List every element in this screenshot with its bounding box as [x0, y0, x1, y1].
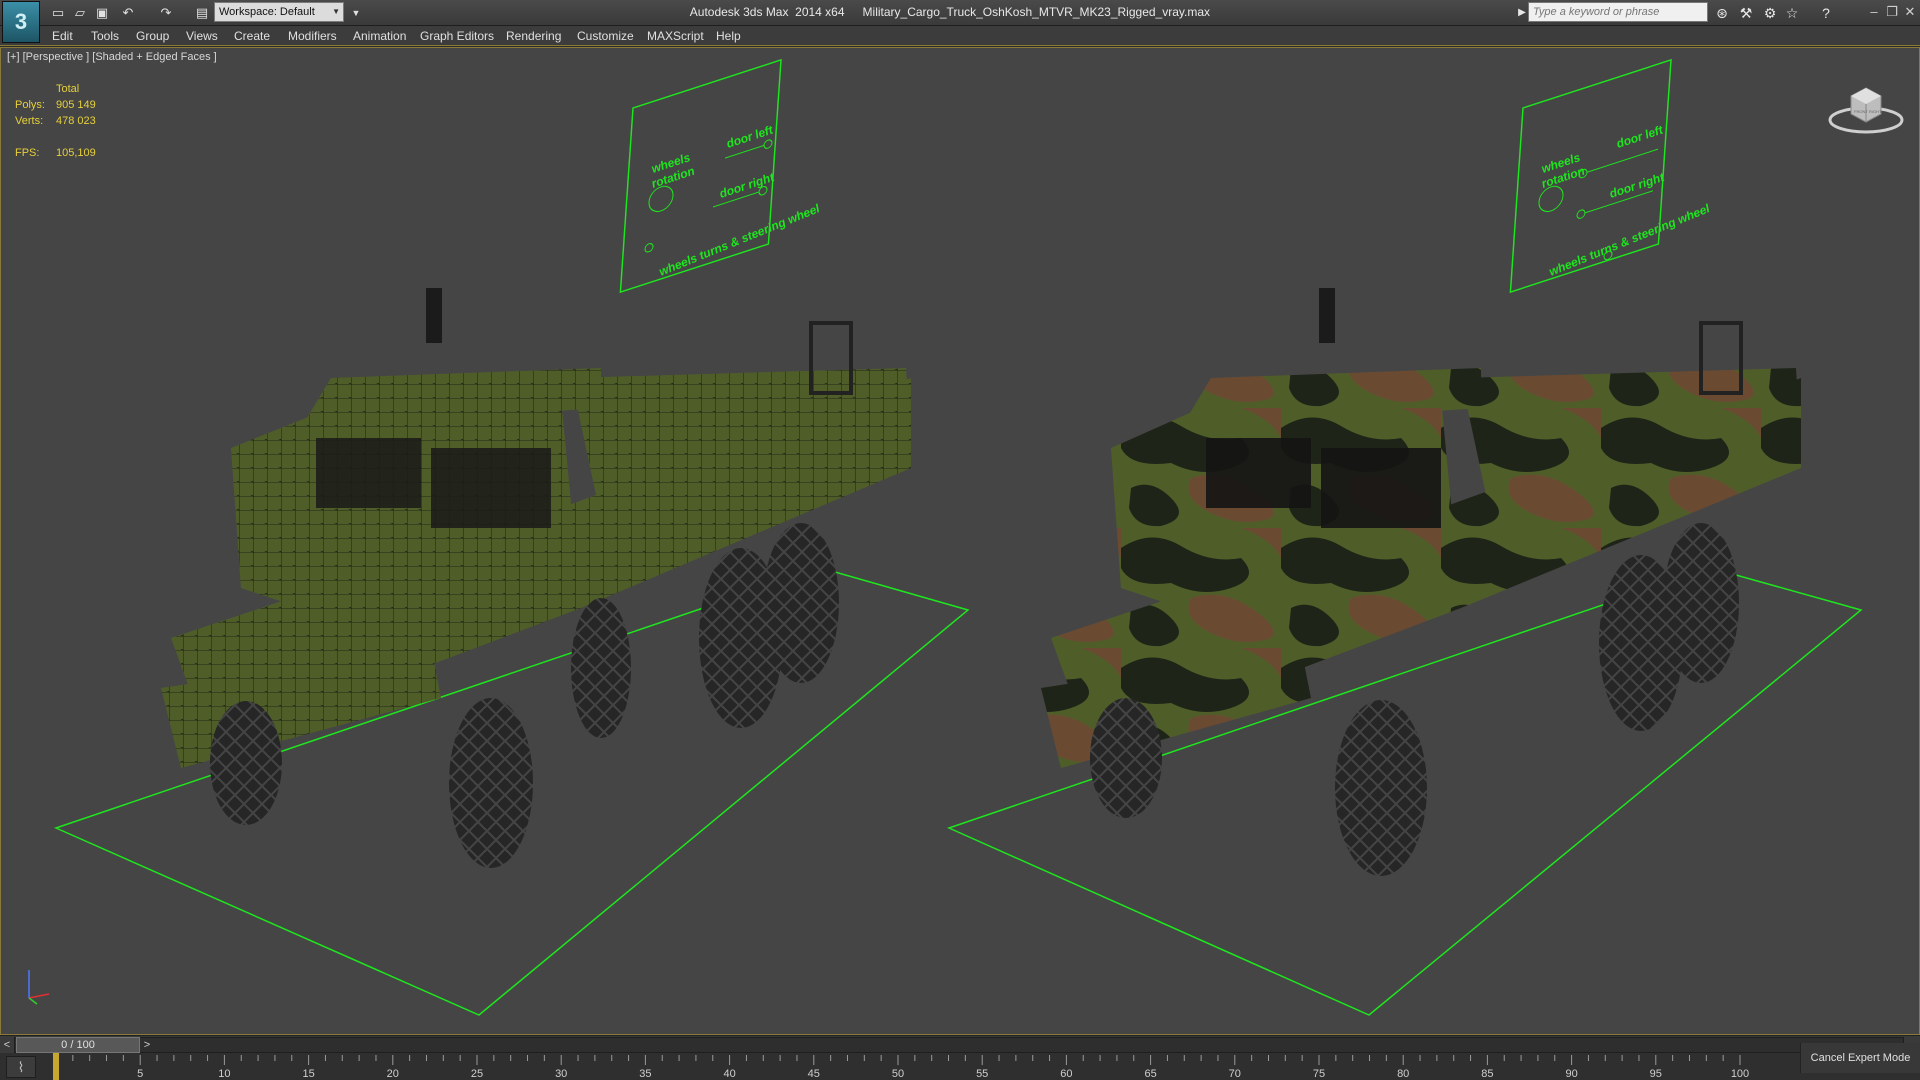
ruler-label: 75 — [1313, 1068, 1325, 1080]
menu-tools[interactable]: Tools — [91, 28, 119, 44]
fps-value: 105,109 — [56, 147, 96, 159]
ruler-label: 40 — [723, 1068, 735, 1080]
close-icon[interactable]: ✕ — [1902, 3, 1918, 21]
verts-value: 478 023 — [56, 115, 96, 127]
polys-label: Polys: — [15, 99, 45, 111]
ruler-label: 65 — [1144, 1068, 1156, 1080]
menu-edit[interactable]: Edit — [52, 28, 73, 44]
minimize-icon[interactable]: – — [1866, 3, 1882, 21]
menu-rendering[interactable]: Rendering — [506, 28, 561, 44]
prev-frame-button[interactable]: < — [0, 1036, 14, 1054]
stats-header: Total — [56, 83, 80, 95]
help-icon[interactable]: ? — [1816, 3, 1836, 23]
perspective-viewport[interactable]: wheels rotation door left door right whe… — [0, 47, 1920, 1035]
ruler-label: 25 — [471, 1068, 483, 1080]
ruler-label: 10 — [218, 1068, 230, 1080]
menu-modifiers[interactable]: Modifiers — [288, 28, 337, 44]
viewport-label-menu[interactable]: [+] [Perspective ] [Shaded + Edged Faces… — [7, 51, 217, 63]
ruler-label: 85 — [1481, 1068, 1493, 1080]
communication-icon[interactable]: ⚒ — [1736, 3, 1756, 23]
ruler-label: 55 — [976, 1068, 988, 1080]
ruler-label: 95 — [1650, 1068, 1662, 1080]
menu-customize[interactable]: Customize — [577, 28, 634, 44]
current-frame-marker[interactable] — [53, 1053, 59, 1080]
ruler-label: 30 — [555, 1068, 567, 1080]
window-title: Autodesk 3ds Max 2014 x64 Military_Cargo_… — [0, 0, 1500, 26]
autodesk-exchange-icon[interactable]: ⚙ — [1760, 3, 1780, 23]
ruler-label: 50 — [892, 1068, 904, 1080]
ruler-label: 90 — [1565, 1068, 1577, 1080]
binoculars-icon[interactable]: ⊛ — [1712, 3, 1732, 23]
time-slider[interactable]: < 0 / 100 > — [0, 1035, 1920, 1053]
frame-ruler[interactable]: 0510152025303540455055606570758085909510… — [0, 1053, 1920, 1080]
menu-group[interactable]: Group — [136, 28, 169, 44]
axis-tripod-icon — [28, 970, 50, 1005]
track-bar[interactable]: ⌇ 05101520253035404550556065707580859095… — [0, 1053, 1920, 1080]
ruler-label: 20 — [387, 1068, 399, 1080]
restore-icon[interactable]: ❐ — [1884, 3, 1900, 21]
verts-label: Verts: — [15, 115, 44, 127]
menu-views[interactable]: Views — [186, 28, 218, 44]
rig-left-door-left: door left — [725, 122, 776, 150]
ruler-label: 60 — [1060, 1068, 1072, 1080]
app-title: Autodesk 3ds Max 2014 x64 — [689, 5, 845, 19]
menu-maxscript[interactable]: MAXScript — [647, 28, 704, 44]
viewcube-right-label: RIGHT — [1869, 109, 1882, 114]
time-slider-track[interactable] — [14, 1037, 1904, 1053]
app-logo-glyph: 3 — [14, 9, 28, 34]
file-name: Military_Cargo_Truck_OshKosh_MTVR_MK23_R… — [862, 5, 1210, 19]
time-slider-thumb[interactable]: 0 / 100 — [16, 1037, 140, 1053]
rig-right-door-left: door left — [1615, 122, 1666, 150]
viewport-scene: wheels rotation door left door right whe… — [53, 58, 1863, 1016]
ruler-label: 45 — [808, 1068, 820, 1080]
rig-left-wheels-turns: wheels turns & steering wheel — [657, 201, 822, 279]
menu-create[interactable]: Create — [234, 28, 270, 44]
ruler-label: 5 — [137, 1068, 143, 1080]
application-menu-button[interactable]: 3 — [2, 1, 40, 43]
ruler-label: 100 — [1731, 1068, 1749, 1080]
menu-help[interactable]: Help — [716, 28, 741, 44]
menu-animation[interactable]: Animation — [353, 28, 406, 44]
menu-bar: Edit Tools Group Views Create Modifiers … — [0, 26, 1920, 46]
next-frame-button[interactable]: > — [140, 1036, 154, 1054]
ruler-label: 15 — [302, 1068, 314, 1080]
ruler-label: 70 — [1229, 1068, 1241, 1080]
viewcube-icon[interactable]: FRONT RIGHT — [1827, 80, 1905, 136]
cancel-expert-mode-button[interactable]: Cancel Expert Mode — [1800, 1043, 1920, 1073]
star-icon[interactable]: ☆ — [1782, 3, 1802, 23]
menu-graph-editors[interactable]: Graph Editors — [420, 28, 494, 44]
viewcube-front-label: FRONT — [1854, 109, 1868, 114]
title-bar: 3 ▭ ▱ ▣ ↶ ↷ ▤ Workspace: Default ▼ ▼ Aut… — [0, 0, 1920, 43]
truck-shaded — [1041, 288, 1801, 876]
polys-value: 905 149 — [56, 99, 96, 111]
fps-label: FPS: — [15, 147, 40, 159]
ruler-label: 80 — [1397, 1068, 1409, 1080]
truck-wireframe — [161, 288, 911, 868]
search-input[interactable] — [1528, 2, 1708, 22]
rig-right-wheels-turns: wheels turns & steering wheel — [1547, 201, 1712, 279]
ruler-label: 35 — [639, 1068, 651, 1080]
